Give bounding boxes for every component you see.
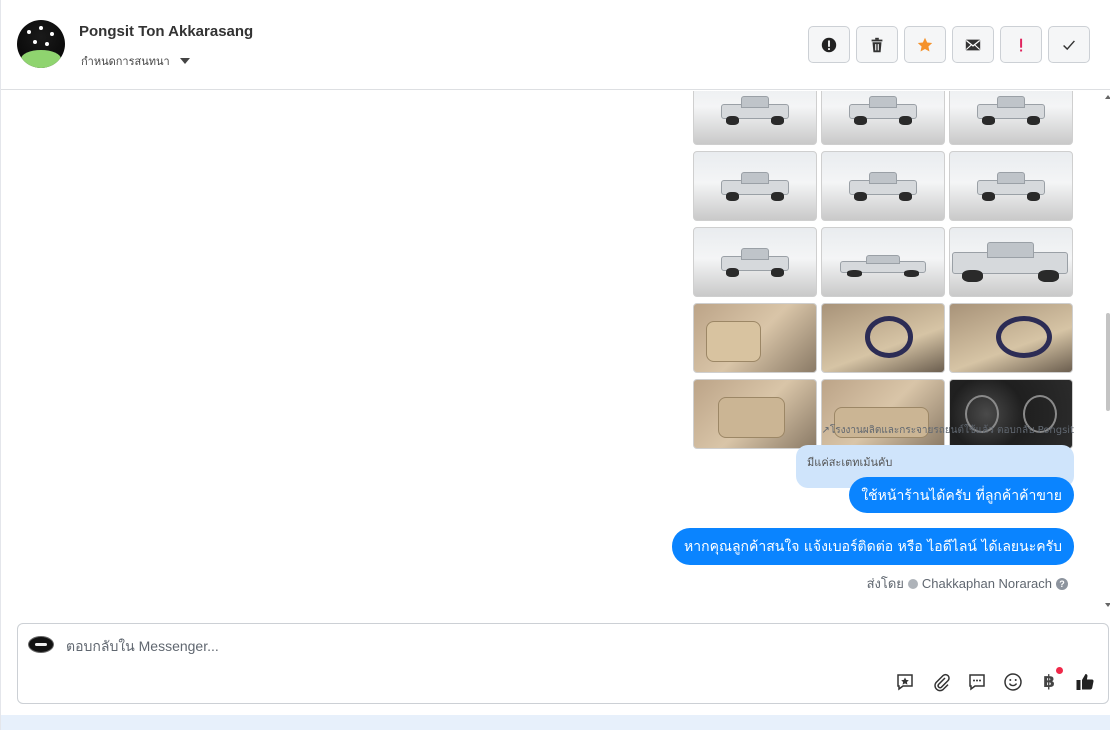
contact-name[interactable]: Pongsit Ton Akkarasang <box>79 23 253 40</box>
photo-grid <box>693 91 1073 449</box>
scroll-thumb[interactable] <box>1106 313 1110 411</box>
sent-by-info: ส่งโดย Chakkaphan Norarach ? <box>867 573 1068 594</box>
reply-context-note: ↗โรงงานผลิตและกระจายรถยนต์ใช้แล้ว ตอบกลั… <box>821 425 1075 436</box>
message-composer: ฿ <box>17 623 1109 704</box>
star-icon <box>917 37 933 51</box>
car-photo[interactable] <box>821 303 945 373</box>
attach-button[interactable] <box>930 671 952 693</box>
mark-unread-button[interactable] <box>952 26 994 63</box>
outgoing-message[interactable]: หากคุณลูกค้าสนใจ แจ้งเบอร์ติดต่อ หรือ ไอ… <box>672 528 1074 565</box>
scroll-up-icon[interactable] <box>1105 95 1110 99</box>
car-photo[interactable] <box>693 379 817 449</box>
trash-icon <box>871 37 883 52</box>
star-button[interactable] <box>904 26 946 63</box>
thread-scrollbar[interactable] <box>1102 91 1110 611</box>
car-photo[interactable] <box>693 227 817 297</box>
follow-up-button[interactable] <box>1000 26 1042 63</box>
car-photo[interactable] <box>949 151 1073 221</box>
car-photo[interactable] <box>821 227 945 297</box>
car-photo[interactable] <box>949 227 1073 297</box>
saved-reply-icon <box>897 674 913 691</box>
message-thread[interactable]: ↗โรงงานผลิตและกระจายรถยนต์ใช้แล้ว ตอบกลั… <box>1 91 1105 611</box>
check-icon <box>1063 39 1075 50</box>
car-photo[interactable] <box>693 303 817 373</box>
car-photo[interactable] <box>821 91 945 145</box>
scroll-down-icon[interactable] <box>1105 603 1110 607</box>
baht-icon: ฿ <box>1043 672 1055 692</box>
car-photo[interactable] <box>949 379 1073 449</box>
like-icon <box>1076 674 1094 690</box>
chat-bubbles-icon <box>969 674 985 691</box>
payment-button[interactable]: ฿ <box>1038 667 1063 693</box>
mark-done-button[interactable] <box>1048 26 1090 63</box>
alert-circle-icon <box>821 37 837 52</box>
emoji-icon <box>1004 673 1022 691</box>
attachment-icon <box>934 673 950 692</box>
outgoing-message[interactable]: ใช้หน้าร้านได้ครับ ที่ลูกค้าค้าขาย <box>849 477 1074 513</box>
inbox-conversation-panel: Pongsit Ton Akkarasang กำหนดการสนทนา ↗โร… <box>0 0 1110 730</box>
notification-dot <box>1056 667 1063 674</box>
reply-input[interactable] <box>66 636 966 656</box>
like-button[interactable] <box>1074 671 1096 693</box>
emoji-button[interactable] <box>1002 671 1024 693</box>
delete-button[interactable] <box>856 26 898 63</box>
car-photo[interactable] <box>693 91 817 145</box>
car-photo[interactable] <box>949 91 1073 145</box>
page-avatar <box>28 636 54 653</box>
verified-icon <box>907 578 918 589</box>
car-photo[interactable] <box>821 379 945 449</box>
exclamation-icon <box>1020 38 1023 51</box>
assign-conversation-dropdown[interactable]: กำหนดการสนทนา <box>81 52 190 70</box>
envelope-icon <box>965 39 981 50</box>
car-photo[interactable] <box>821 151 945 221</box>
contact-avatar[interactable] <box>17 20 65 68</box>
conversation-header: Pongsit Ton Akkarasang กำหนดการสนทนา <box>1 0 1110 90</box>
caret-down-icon <box>179 58 190 64</box>
saved-reply-button[interactable] <box>894 671 916 693</box>
help-icon[interactable]: ? <box>1056 577 1068 590</box>
page-bottom-strip <box>1 715 1110 730</box>
sent-by-name[interactable]: Chakkaphan Norarach <box>922 576 1052 591</box>
car-photo[interactable] <box>949 303 1073 373</box>
sent-by-label: ส่งโดย <box>866 576 904 591</box>
car-photo[interactable] <box>693 151 817 221</box>
conversation-actions <box>808 26 1090 63</box>
assign-label: กำหนดการสนทนา <box>81 55 170 68</box>
mark-spam-button[interactable] <box>808 26 850 63</box>
composer-tools: ฿ <box>894 667 1096 693</box>
quick-reply-button[interactable] <box>966 671 988 693</box>
